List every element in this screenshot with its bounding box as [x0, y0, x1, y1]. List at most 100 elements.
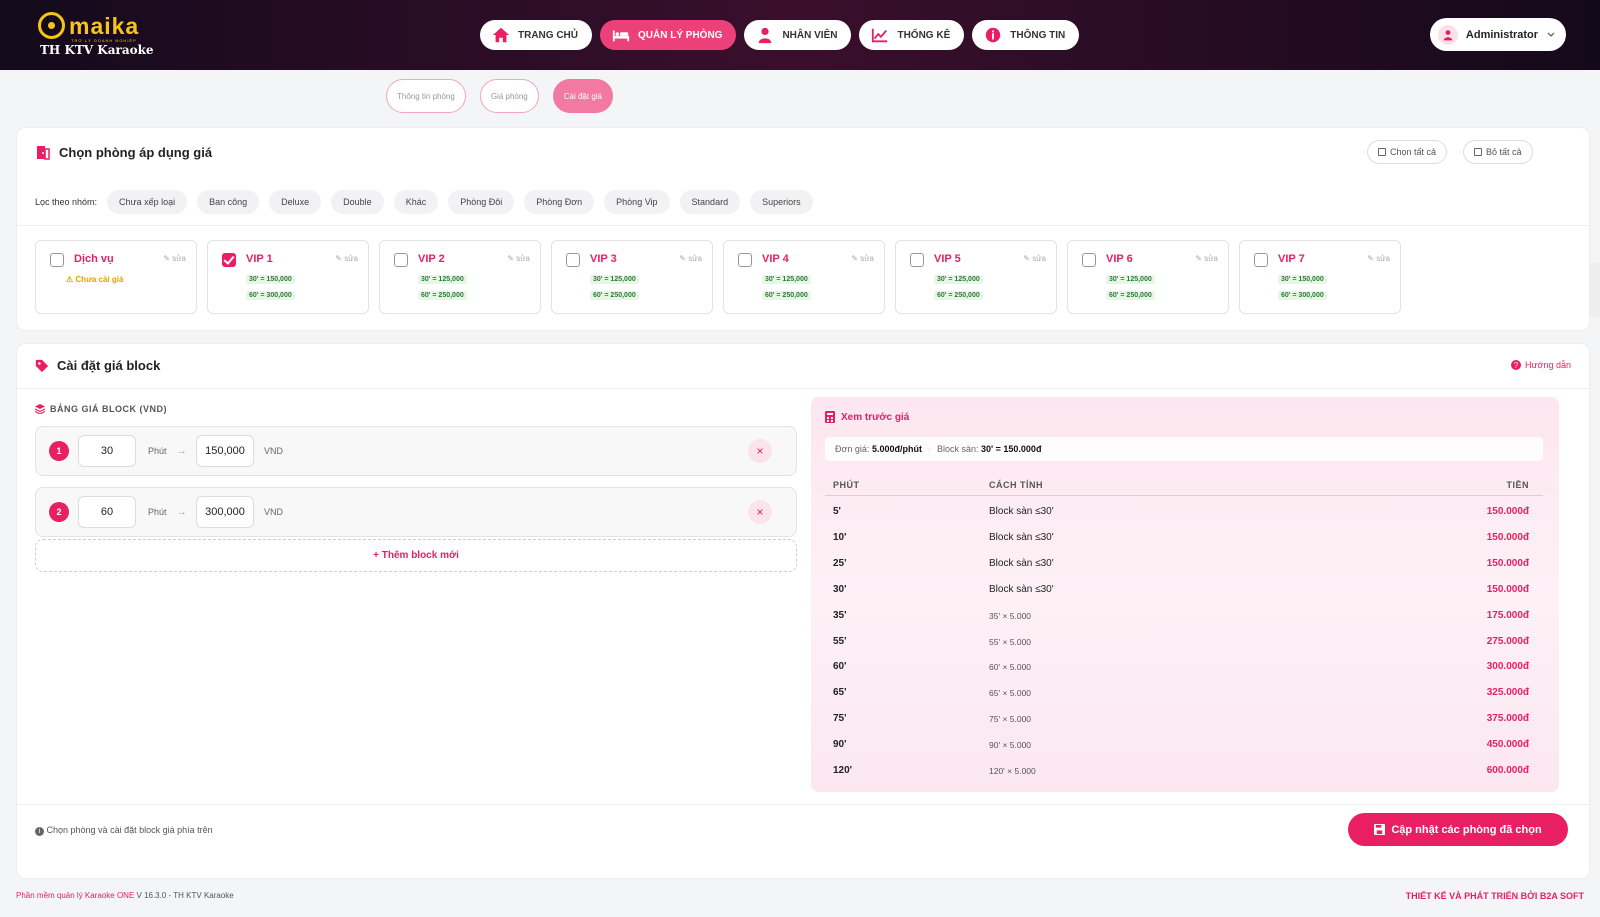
edit-room-button[interactable]: ✎ sửa	[1195, 254, 1218, 263]
room-checkbox[interactable]	[738, 253, 752, 267]
tab-room-price[interactable]: Giá phòng	[479, 79, 539, 113]
room-price-30: 30' = 125,000	[418, 275, 467, 284]
chart-icon	[872, 28, 888, 43]
edit-label: sửa	[516, 254, 530, 263]
divider	[17, 388, 1589, 389]
edit-room-button[interactable]: ✎ sửa	[1367, 254, 1390, 263]
warning-icon: ⚠	[66, 275, 76, 284]
preview-method: 120' × 5.000	[989, 766, 1036, 776]
software-name[interactable]: Phần mềm quản lý Karaoke ONE	[16, 891, 134, 900]
nav-info[interactable]: THÔNG TIN	[972, 20, 1080, 50]
room-name: VIP 1	[246, 253, 273, 265]
filter-chip[interactable]: Deluxe	[269, 190, 322, 214]
preview-minutes: 65'	[833, 687, 847, 699]
edit-room-button[interactable]: ✎ sửa	[1023, 254, 1046, 263]
update-selected-rooms-button[interactable]: Cập nhật các phòng đã chọn	[1348, 813, 1568, 846]
room-checkbox[interactable]	[50, 253, 64, 267]
room-card-vip-3[interactable]: VIP 3 ✎ sửa 30' = 125,000 60' = 250,000	[551, 240, 713, 314]
edit-label: sửa	[1204, 254, 1218, 263]
bed-icon	[612, 30, 630, 42]
block-minutes-input[interactable]: 30	[78, 435, 136, 467]
add-block-button[interactable]: + Thêm block mới	[35, 539, 797, 572]
block-price-input[interactable]: 300,000	[196, 496, 254, 528]
filter-chip[interactable]: Standard	[679, 190, 741, 214]
close-icon: ×	[756, 444, 764, 458]
tag-icon	[35, 359, 49, 372]
block-price-input[interactable]: 150,000	[196, 435, 254, 467]
deselect-all-button[interactable]: Bỏ tất cả	[1463, 140, 1533, 164]
edit-label: sửa	[1032, 254, 1046, 263]
block-minutes-input[interactable]: 60	[78, 496, 136, 528]
preview-minutes: 60'	[833, 661, 847, 673]
filter-chip[interactable]: Phòng Vip	[604, 190, 670, 214]
preview-row: 120' 120' × 5.000 600.000đ	[825, 757, 1543, 783]
preview-row: 55' 55' × 5.000 275.000đ	[825, 628, 1543, 654]
side-scroll-handle[interactable]	[1590, 263, 1600, 318]
filter-chip[interactable]: Khác	[393, 190, 439, 214]
room-checkbox[interactable]	[910, 253, 924, 267]
nav-home[interactable]: TRANG CHỦ	[480, 20, 592, 50]
block-row: 2 60 Phút → 300,000 VND ×	[35, 487, 797, 537]
edit-room-button[interactable]: ✎ sửa	[163, 254, 186, 263]
preview-method: 35' × 5.000	[989, 610, 1032, 621]
edit-room-button[interactable]: ✎ sửa	[507, 254, 530, 263]
filter-chip[interactable]: Superiors	[750, 190, 813, 214]
room-name: VIP 6	[1106, 253, 1133, 265]
room-card-vip-7[interactable]: VIP 7 ✎ sửa 30' = 150,000 60' = 300,000	[1239, 240, 1401, 314]
room-checkbox[interactable]	[1082, 253, 1096, 267]
block-settings-title: Cài đặt giá block	[57, 358, 161, 373]
room-checkbox[interactable]	[1254, 253, 1268, 267]
edit-room-button[interactable]: ✎ sửa	[335, 254, 358, 263]
filter-chip[interactable]: Phòng Đơn	[524, 190, 595, 214]
room-checkbox[interactable]	[222, 253, 236, 267]
preview-method: Block sàn ≤30'	[989, 583, 1054, 595]
logo-word: maika	[69, 13, 140, 39]
user-menu[interactable]: Administrator	[1430, 18, 1566, 51]
checkbox-empty-icon	[1474, 148, 1482, 156]
nav-statistics[interactable]: THỐNG KÊ	[859, 20, 965, 50]
room-card-vip-5[interactable]: VIP 5 ✎ sửa 30' = 125,000 60' = 250,000	[895, 240, 1057, 314]
nav-home-label: TRANG CHỦ	[518, 29, 578, 41]
filter-chip[interactable]: Double	[331, 190, 384, 214]
room-name: VIP 5	[934, 253, 961, 265]
help-label: Hướng dẫn	[1525, 360, 1571, 370]
brand-subtitle: TH KTV Karaoke	[40, 43, 154, 57]
minute-unit-label: Phút	[148, 446, 167, 456]
help-link[interactable]: ? Hướng dẫn	[1511, 360, 1571, 370]
preview-amount: 325.000đ	[1486, 687, 1529, 699]
room-card-dich-vu[interactable]: Dịch vụ ✎ sửa ⚠ Chưa cài giá	[35, 240, 197, 314]
unit-price-label: Đơn giá:	[835, 444, 870, 454]
user-name: Administrator	[1465, 28, 1539, 41]
preview-method: Block sàn ≤30'	[989, 531, 1054, 543]
filter-chip[interactable]: Ban công	[197, 190, 260, 214]
select-all-button[interactable]: Chọn tất cả	[1367, 140, 1448, 164]
nav-staff[interactable]: NHÂN VIÊN	[744, 20, 852, 50]
edit-room-button[interactable]: ✎ sửa	[679, 254, 702, 263]
room-card-vip-6[interactable]: VIP 6 ✎ sửa 30' = 125,000 60' = 250,000	[1067, 240, 1229, 314]
filter-chip[interactable]: Phòng Đôi	[448, 190, 515, 214]
update-button-label: Cập nhật các phòng đã chọn	[1391, 823, 1542, 836]
edit-label: sửa	[344, 254, 358, 263]
avatar	[1438, 24, 1458, 45]
room-card-vip-1[interactable]: VIP 1 ✎ sửa 30' = 150,000 60' = 300,000	[207, 240, 369, 314]
footer-hint: i Chọn phòng và cài đặt block giá phía t…	[35, 825, 213, 836]
room-card-vip-2[interactable]: VIP 2 ✎ sửa 30' = 125,000 60' = 250,000	[379, 240, 541, 314]
footer-credit[interactable]: THIẾT KẾ VÀ PHÁT TRIỂN BỞI B2A SOFT	[1406, 891, 1584, 901]
tab-room-info[interactable]: Thông tin phòng	[386, 79, 466, 113]
delete-block-button[interactable]: ×	[748, 439, 772, 463]
pencil-icon: ✎	[679, 254, 689, 263]
preview-method: 75' × 5.000	[989, 714, 1032, 725]
room-checkbox[interactable]	[394, 253, 408, 267]
preview-amount: 450.000đ	[1486, 739, 1529, 751]
filter-chip[interactable]: Chưa xếp loại	[107, 190, 188, 214]
delete-block-button[interactable]: ×	[748, 500, 772, 524]
brand-logo[interactable]: maika TRỢ LÝ DOANH NGHIỆP TH KTV Karaoke	[38, 12, 154, 60]
price-preview-panel: Xem trước giá Đơn giá: 5.000đ/phút · Blo…	[811, 397, 1559, 792]
nav-room-management[interactable]: QUẢN LÝ PHÒNG	[600, 20, 737, 50]
edit-room-button[interactable]: ✎ sửa	[851, 254, 874, 263]
tab-price-settings[interactable]: Cài đặt giá	[552, 79, 613, 113]
room-checkbox[interactable]	[566, 253, 580, 267]
preview-amount: 300.000đ	[1486, 661, 1529, 673]
room-card-vip-4[interactable]: VIP 4 ✎ sửa 30' = 125,000 60' = 250,000	[723, 240, 885, 314]
room-price-60: 60' = 250,000	[934, 291, 983, 300]
